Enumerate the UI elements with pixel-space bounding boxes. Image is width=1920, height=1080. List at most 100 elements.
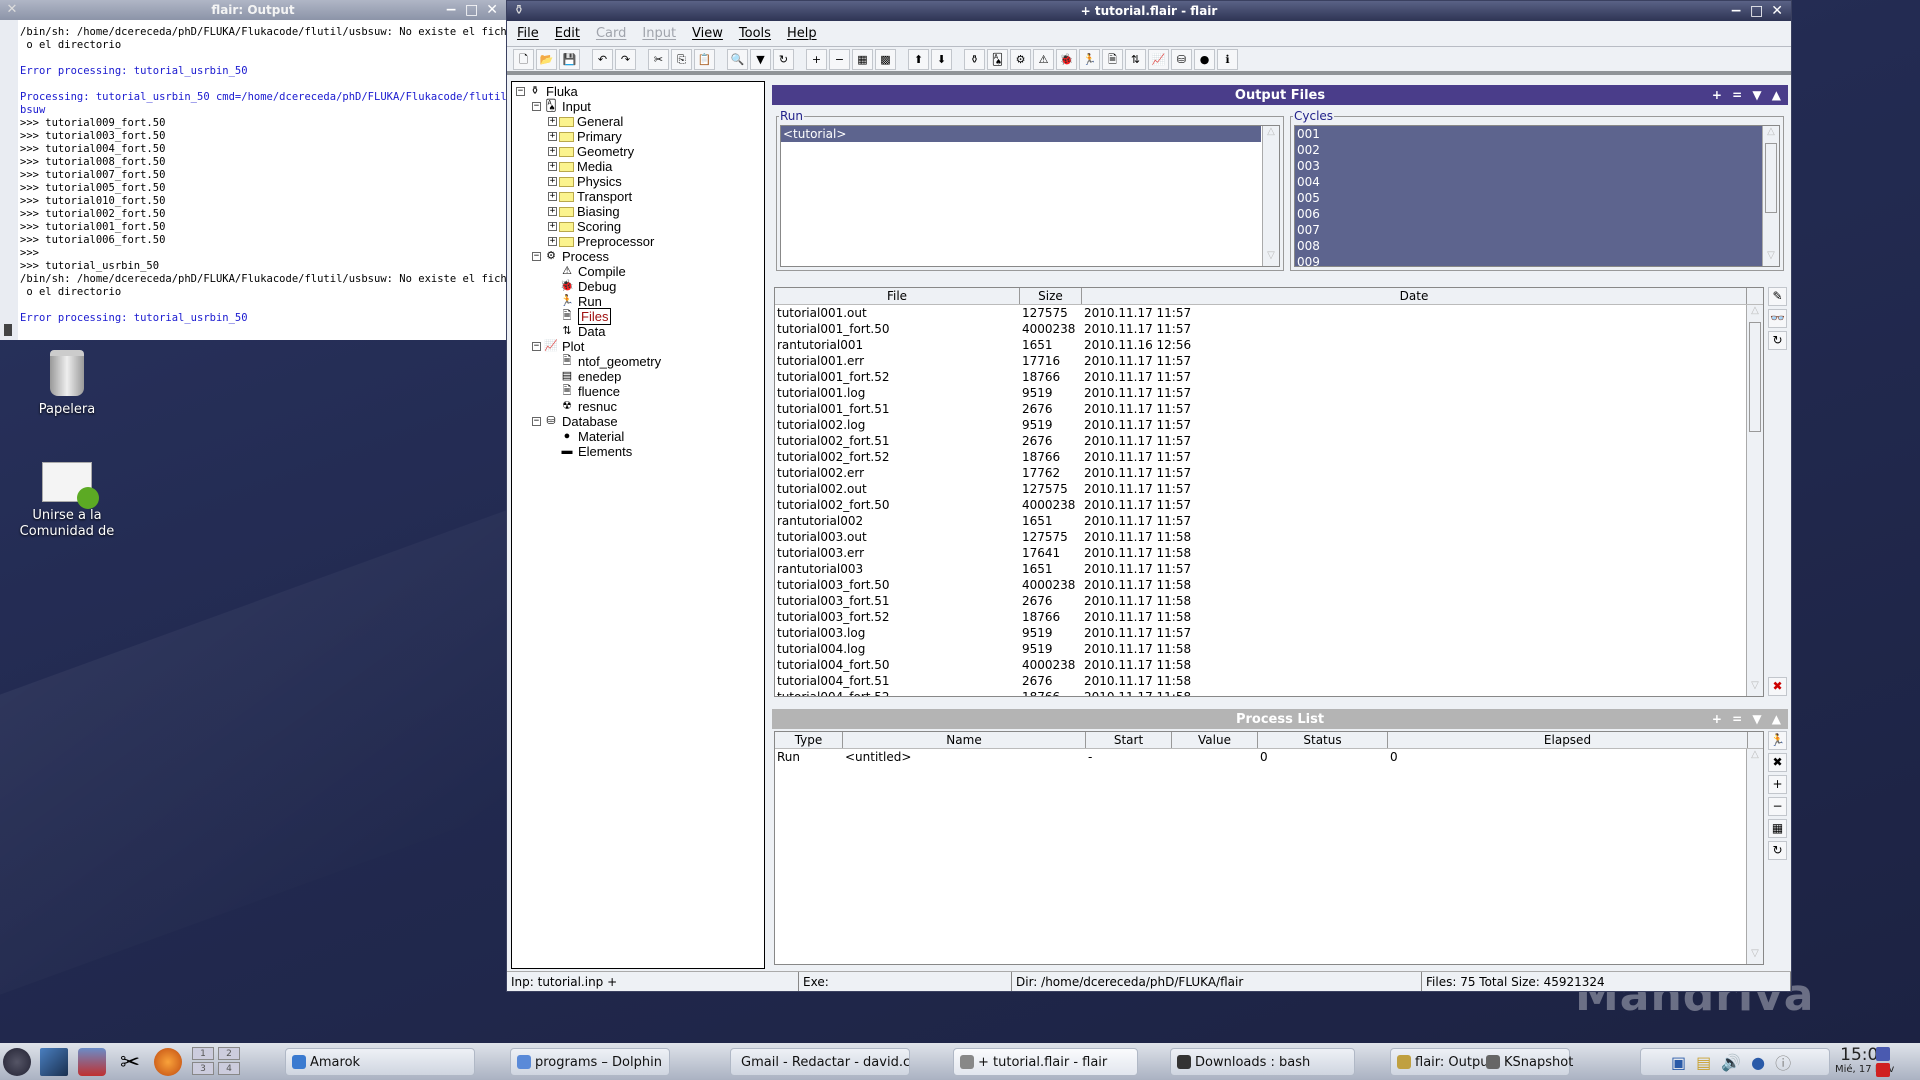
redo-button[interactable]: ↷ [615, 48, 636, 70]
paste-button[interactable]: 📋 [694, 48, 715, 70]
add-button[interactable]: + [806, 48, 827, 70]
minimize-button[interactable]: − [1730, 3, 1742, 19]
expand-icon[interactable]: + [548, 117, 557, 126]
run-button[interactable]: 🏃 [1768, 731, 1787, 750]
expand-icon[interactable]: + [548, 177, 557, 186]
table-row[interactable]: tutorial003.err 17641 2010.11.17 11:58 [775, 545, 1763, 561]
table-row[interactable]: Run <untitled> - 0 0 [775, 749, 1763, 765]
expand-icon[interactable]: + [548, 162, 557, 171]
tree-item-enedep[interactable]: ▤ enedep [512, 369, 764, 384]
column-header-elapsed[interactable]: Elapsed [1388, 732, 1748, 748]
table-row[interactable]: tutorial002_fort.52 18766 2010.11.17 11:57 [775, 449, 1763, 465]
table-row[interactable]: tutorial001.err 17716 2010.11.17 11:57 [775, 353, 1763, 369]
table-row[interactable]: tutorial003_fort.50 4000238 2010.11.17 11:… [775, 577, 1763, 593]
info-icon[interactable]: ⓘ [1775, 1050, 1791, 1074]
column-header-size[interactable]: Size [1020, 288, 1082, 304]
expand-icon[interactable]: + [548, 192, 557, 201]
run-list[interactable]: <tutorial> △ ▽ [780, 125, 1280, 267]
scroll-up-arrow[interactable]: △ [1747, 749, 1763, 765]
project-tree[interactable]: − ⚱ Fluka − 🂡 Input + General + Primary + Geometry +… [511, 81, 765, 969]
table-row[interactable]: tutorial001.log 9519 2010.11.17 11:57 [775, 385, 1763, 401]
table-row[interactable]: tutorial002_fort.50 4000238 2010.11.17 11:… [775, 497, 1763, 513]
expand-icon[interactable]: + [548, 132, 557, 141]
move-down-button[interactable]: ⬇ [931, 48, 952, 70]
tree-item-process[interactable]: − ⚙ Process [512, 249, 764, 264]
table-row[interactable]: tutorial001_fort.52 18766 2010.11.17 11:57 [775, 369, 1763, 385]
info-button[interactable]: ℹ [1217, 48, 1238, 70]
tree-item-fluence[interactable]: 🗎 fluence [512, 384, 764, 399]
tree-item-general[interactable]: + General [512, 114, 764, 129]
delete-button[interactable]: ✖ [1768, 677, 1787, 696]
scroll-thumb[interactable] [1765, 143, 1777, 213]
collapse-icon[interactable]: − [532, 342, 541, 351]
desktop-pager-4[interactable]: 4 [218, 1062, 240, 1075]
volume-icon[interactable]: 🔊 [1721, 1053, 1741, 1072]
menu-view[interactable]: View [692, 26, 723, 41]
cycle-list-item[interactable]: 009 [1295, 254, 1779, 266]
tree-item-geometry[interactable]: + Geometry [512, 144, 764, 159]
cycle-list-item[interactable]: 005 [1295, 190, 1779, 206]
table-row[interactable]: tutorial004_fort.50 4000238 2010.11.17 11:… [775, 657, 1763, 673]
find-button[interactable]: 🔍 [727, 48, 748, 70]
tree-item-files[interactable]: 🗎 Files [512, 308, 764, 325]
tree-item-preprocessor[interactable]: + Preprocessor [512, 234, 764, 249]
desktop-pager-1[interactable]: 1 [192, 1047, 214, 1060]
lock-screen-icon[interactable] [1876, 1047, 1890, 1061]
tree-item-database[interactable]: − ⛁ Database [512, 414, 764, 429]
tree-item-elements[interactable]: ▬ Elements [512, 444, 764, 459]
cycle-list-item[interactable]: 006 [1295, 206, 1779, 222]
logout-icon[interactable] [1876, 1063, 1890, 1077]
tree-item-debug[interactable]: 🐞 Debug [512, 279, 764, 294]
cycle-list-item[interactable]: 007 [1295, 222, 1779, 238]
add-button[interactable]: + [1768, 775, 1787, 794]
process-button[interactable]: ⚙ [1010, 48, 1031, 70]
compile-button[interactable]: ⚠ [1033, 48, 1054, 70]
tree-item-transport[interactable]: + Transport [512, 189, 764, 204]
computer-icon[interactable] [78, 1048, 106, 1076]
minimize-button[interactable]: − [445, 2, 457, 18]
close-button[interactable]: ✕ [1771, 3, 1783, 19]
new-button[interactable]: 🗋 [513, 48, 534, 70]
column-header-type[interactable]: Type [775, 732, 843, 748]
view-button[interactable]: 👓 [1768, 309, 1787, 328]
plot-button[interactable]: 📈 [1148, 48, 1169, 70]
cycle-list-item[interactable]: 001 [1295, 126, 1779, 142]
table-row[interactable]: tutorial004_fort.51 2676 2010.11.17 11:58 [775, 673, 1763, 689]
open-button[interactable]: 📂 [536, 48, 557, 70]
scroll-up-arrow[interactable]: △ [1763, 126, 1779, 142]
table-row[interactable]: tutorial003.log 9519 2010.11.17 11:57 [775, 625, 1763, 641]
tree-item-fluka[interactable]: − ⚱ Fluka [512, 84, 764, 99]
clone-button[interactable]: ▦ [1768, 819, 1787, 838]
table-row[interactable]: rantutorial002 1651 2010.11.17 11:57 [775, 513, 1763, 529]
table-row[interactable]: tutorial004.log 9519 2010.11.17 11:58 [775, 641, 1763, 657]
cycle-list-item[interactable]: 003 [1295, 158, 1779, 174]
remove-button[interactable]: − [1768, 797, 1787, 816]
tree-item-run[interactable]: 🏃 Run [512, 294, 764, 309]
tree-item-physics[interactable]: + Physics [512, 174, 764, 189]
firefox-icon[interactable] [154, 1048, 182, 1076]
table-row[interactable]: tutorial002.out 127575 2010.11.17 11:57 [775, 481, 1763, 497]
comment-button[interactable]: ▦ [852, 48, 873, 70]
tree-item-biasing[interactable]: + Biasing [512, 204, 764, 219]
tree-item-data[interactable]: ⇅ Data [512, 324, 764, 339]
table-row[interactable]: tutorial004_fort.52 18766 2010.11.17 11:58 [775, 689, 1763, 696]
close-button[interactable]: ✕ [486, 2, 498, 18]
table-row[interactable]: tutorial003_fort.52 18766 2010.11.17 11:58 [775, 609, 1763, 625]
tree-item-primary[interactable]: + Primary [512, 129, 764, 144]
table-row[interactable]: rantutorial003 1651 2010.11.17 11:57 [775, 561, 1763, 577]
taskbar-task[interactable]: + tutorial.flair - flair [953, 1048, 1138, 1076]
scroll-thumb[interactable] [1749, 322, 1761, 432]
expand-icon[interactable]: + [548, 222, 557, 231]
expand-icon[interactable]: + [548, 207, 557, 216]
table-row[interactable]: tutorial002.log 9519 2010.11.17 11:57 [775, 417, 1763, 433]
collapse-icon[interactable]: − [532, 417, 541, 426]
collapse-icon[interactable]: − [532, 102, 541, 111]
panel-controls[interactable]: + = ▼ ▲ [1712, 88, 1784, 102]
column-header-name[interactable]: Name [843, 732, 1086, 748]
cut-button[interactable]: ✂ [648, 48, 669, 70]
files-table[interactable]: File Size Date tutorial001.out 127575 2010.1… [774, 287, 1764, 697]
run-list-item[interactable]: <tutorial> [781, 126, 1261, 142]
uncomment-button[interactable]: ▩ [875, 48, 896, 70]
tree-item-input[interactable]: − 🂡 Input [512, 99, 764, 114]
menu-file[interactable]: File [517, 26, 539, 41]
